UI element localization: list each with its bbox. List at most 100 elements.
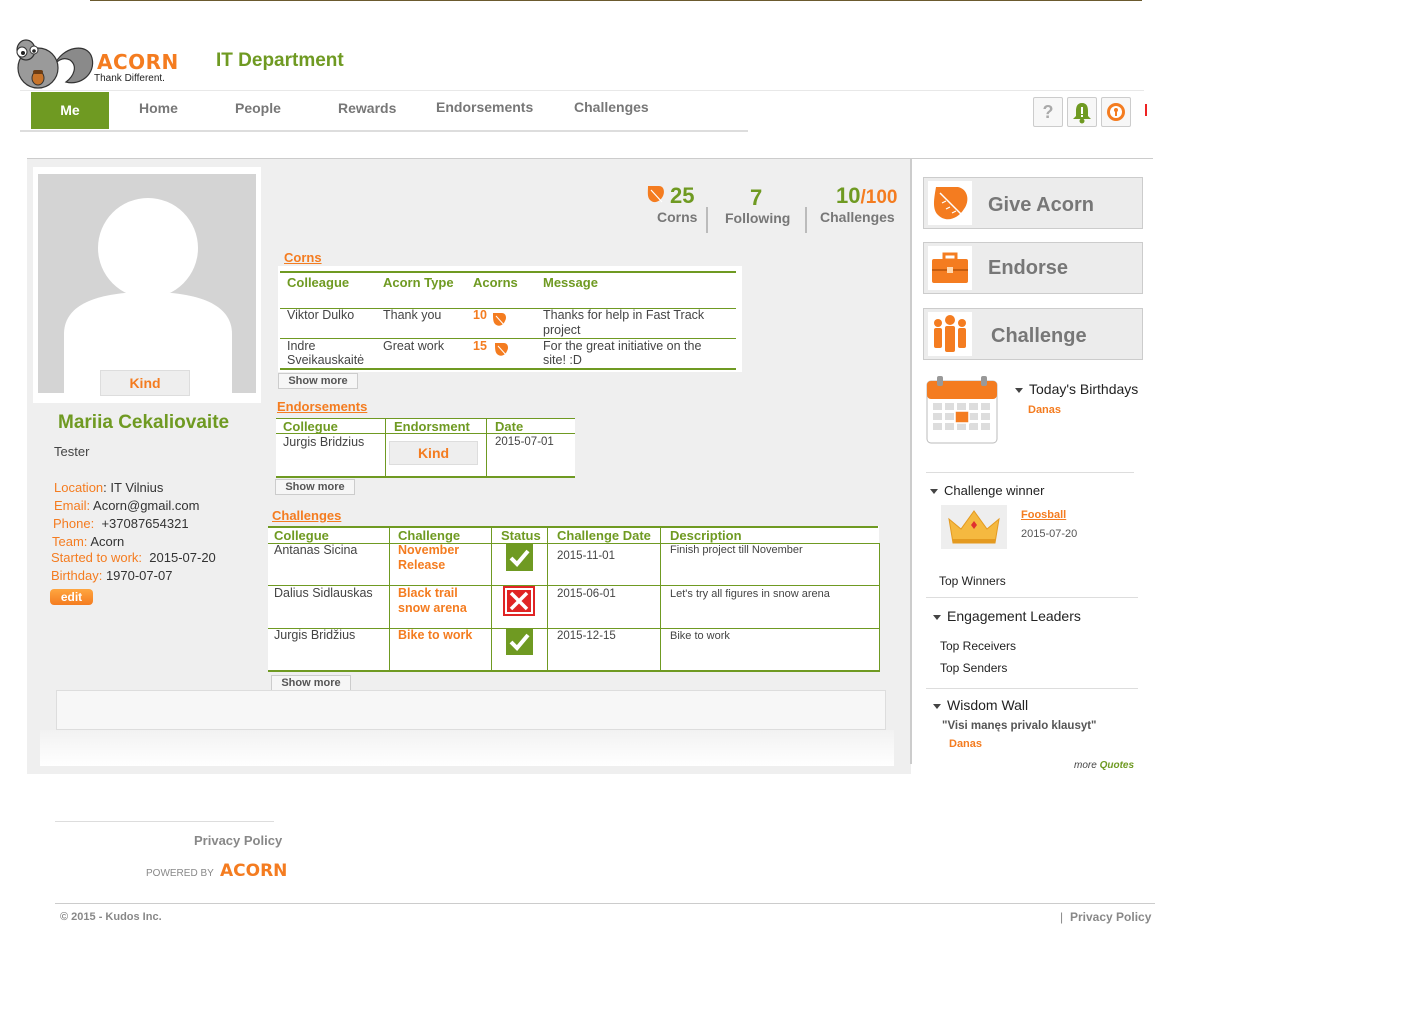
wisdom-wall-title-text: Wisdom Wall bbox=[947, 697, 1029, 713]
acorn-leaf-icon bbox=[647, 186, 664, 203]
caret-down-icon bbox=[933, 703, 941, 709]
top-winners-link[interactable]: Top Winners bbox=[939, 574, 1006, 588]
corns-row1-colleague[interactable]: Viktor Dulko bbox=[287, 308, 354, 322]
ch-row3-description: Bike to work bbox=[670, 630, 730, 642]
ch-header-date: Challenge Date bbox=[557, 528, 651, 543]
nav-challenges[interactable]: Challenges bbox=[574, 99, 649, 115]
ch-row1-challenge[interactable]: November Release bbox=[398, 543, 484, 573]
key-icon bbox=[1107, 103, 1125, 121]
logo-tagline: Thank Different. bbox=[94, 73, 165, 84]
corns-row1-type: Thank you bbox=[383, 308, 442, 322]
main-nav: Me Home People Rewards Endorsements Chal… bbox=[20, 90, 748, 132]
challenge-winner-title[interactable]: Challenge winner bbox=[930, 483, 1044, 498]
check-icon bbox=[506, 544, 533, 571]
phone-label: Phone: bbox=[53, 516, 95, 531]
top-receivers-link[interactable]: Top Receivers bbox=[940, 639, 1016, 653]
corns-section-title[interactable]: Corns bbox=[284, 250, 322, 265]
give-acorn-label: Give Acorn bbox=[988, 194, 1094, 216]
help-icon: ? bbox=[1042, 102, 1054, 122]
ch-row3-date: 2015-12-15 bbox=[557, 630, 616, 642]
ch-row3-challenge[interactable]: Bike to work bbox=[398, 628, 472, 642]
ch-row3-colleague[interactable]: Jurgis Bridžius bbox=[274, 628, 355, 642]
corns-label[interactable]: Corns bbox=[657, 209, 697, 225]
team-label: Team: bbox=[52, 534, 88, 549]
nav-home[interactable]: Home bbox=[139, 100, 178, 116]
edit-profile-button[interactable]: edit bbox=[50, 589, 93, 605]
endorsements-show-more-button[interactable]: Show more bbox=[275, 479, 355, 495]
privacy-policy-link[interactable]: Privacy Policy bbox=[194, 833, 282, 848]
ch-header-description: Description bbox=[670, 528, 742, 543]
more-quotes-prefix: more bbox=[1074, 760, 1097, 771]
endorsement-badge[interactable]: Kind bbox=[100, 370, 190, 396]
corns-row2-colleague[interactable]: Indre Sveikauskaitė bbox=[287, 339, 377, 367]
copyright: © 2015 - Kudos Inc. bbox=[60, 911, 162, 923]
challenge-label: Challenge bbox=[991, 325, 1087, 347]
birthday-row: Birthday: 1970-07-07 bbox=[51, 568, 172, 583]
table-border bbox=[268, 670, 880, 672]
wisdom-wall-title[interactable]: Wisdom Wall bbox=[933, 697, 1028, 713]
winner-challenge-link[interactable]: Foosball bbox=[1021, 509, 1066, 521]
ch-row1-colleague[interactable]: Antanas Sicina bbox=[274, 543, 357, 557]
more-quotes[interactable]: more Quotes bbox=[1074, 760, 1134, 771]
endorse-row1-colleague[interactable]: Jurgis Bridzius bbox=[283, 435, 364, 449]
birthday-person[interactable]: Danas bbox=[1028, 404, 1061, 416]
birthdays-title[interactable]: Today's Birthdays bbox=[1015, 381, 1138, 397]
quote-author[interactable]: Danas bbox=[949, 738, 982, 750]
main-divider bbox=[27, 158, 1153, 159]
briefcase-icon bbox=[928, 246, 972, 290]
phone-row: Phone: +37087654321 bbox=[53, 516, 189, 531]
email-row: Email: Acorn@gmail.com bbox=[54, 498, 199, 513]
table-col-divider bbox=[389, 526, 390, 672]
started-value: 2015-07-20 bbox=[149, 550, 216, 565]
endorse-button[interactable]: Endorse bbox=[923, 242, 1143, 294]
squirrel-logo-icon bbox=[16, 39, 94, 89]
endorse-row1-badge[interactable]: Kind bbox=[389, 441, 478, 465]
table-row-divider bbox=[268, 628, 880, 629]
following-label[interactable]: Following bbox=[725, 210, 790, 226]
cross-icon bbox=[503, 586, 535, 616]
nav-rewards[interactable]: Rewards bbox=[338, 100, 396, 116]
table-col-divider bbox=[660, 526, 661, 672]
ch-header-challenge: Challenge bbox=[398, 528, 461, 543]
logo-text: ACORN bbox=[97, 50, 179, 74]
challenge-button[interactable]: Challenge bbox=[923, 308, 1143, 360]
nav-me[interactable]: Me bbox=[31, 92, 109, 129]
challenges-section-title[interactable]: Challenges bbox=[272, 508, 341, 523]
corns-stat-icon-wrap bbox=[645, 184, 667, 211]
challenges-show-more-button[interactable]: Show more bbox=[271, 675, 351, 691]
avatar[interactable] bbox=[38, 174, 256, 393]
nav-people[interactable]: People bbox=[235, 100, 281, 116]
corns-header-message: Message bbox=[543, 275, 598, 290]
challenges-label[interactable]: Challenges bbox=[820, 209, 895, 225]
account-button[interactable] bbox=[1101, 97, 1131, 127]
acorn-leaf-icon bbox=[495, 343, 508, 357]
corns-row1-acorns: 10 bbox=[473, 308, 487, 322]
acorn-logo[interactable] bbox=[4, 36, 96, 94]
give-acorn-button[interactable]: Give Acorn bbox=[923, 177, 1143, 229]
comment-input[interactable] bbox=[56, 690, 886, 730]
help-button[interactable]: ? bbox=[1033, 97, 1063, 127]
challenges-count: 10 bbox=[836, 183, 861, 208]
endorse-header-date: Date bbox=[495, 419, 524, 434]
endorse-header-endorsement: Endorsment bbox=[394, 419, 470, 434]
table-col-divider bbox=[547, 526, 548, 672]
table-border bbox=[276, 476, 575, 478]
nav-endorsements[interactable]: Endorsements bbox=[436, 99, 533, 115]
engagement-title[interactable]: Engagement Leaders bbox=[933, 608, 1081, 624]
crown-icon bbox=[941, 505, 1007, 554]
notifications-button[interactable] bbox=[1067, 97, 1097, 127]
caret-down-icon bbox=[930, 489, 938, 495]
ch-row2-colleague[interactable]: Dalius Sidlauskas bbox=[274, 586, 373, 600]
footer-privacy-link[interactable]: Privacy Policy bbox=[1070, 910, 1151, 924]
wisdom-quote: "Visi manęs privalo klausyt" bbox=[942, 720, 1097, 732]
powered-by-brand[interactable]: ACORN bbox=[220, 861, 287, 881]
endorse-header-colleague: Collegue bbox=[283, 419, 338, 434]
corns-row1-message-line2: project bbox=[543, 323, 581, 337]
top-senders-link[interactable]: Top Senders bbox=[940, 661, 1007, 675]
quotes-link[interactable]: Quotes bbox=[1100, 760, 1134, 771]
endorsements-section-title[interactable]: Endorsements bbox=[277, 399, 367, 414]
email-value[interactable]: Acorn@gmail.com bbox=[93, 498, 199, 513]
corns-show-more-button[interactable]: Show more bbox=[278, 373, 358, 389]
ch-row2-description: Let's try all figures in snow arena bbox=[670, 588, 830, 600]
ch-row2-challenge[interactable]: Black trail snow arena bbox=[398, 586, 484, 616]
